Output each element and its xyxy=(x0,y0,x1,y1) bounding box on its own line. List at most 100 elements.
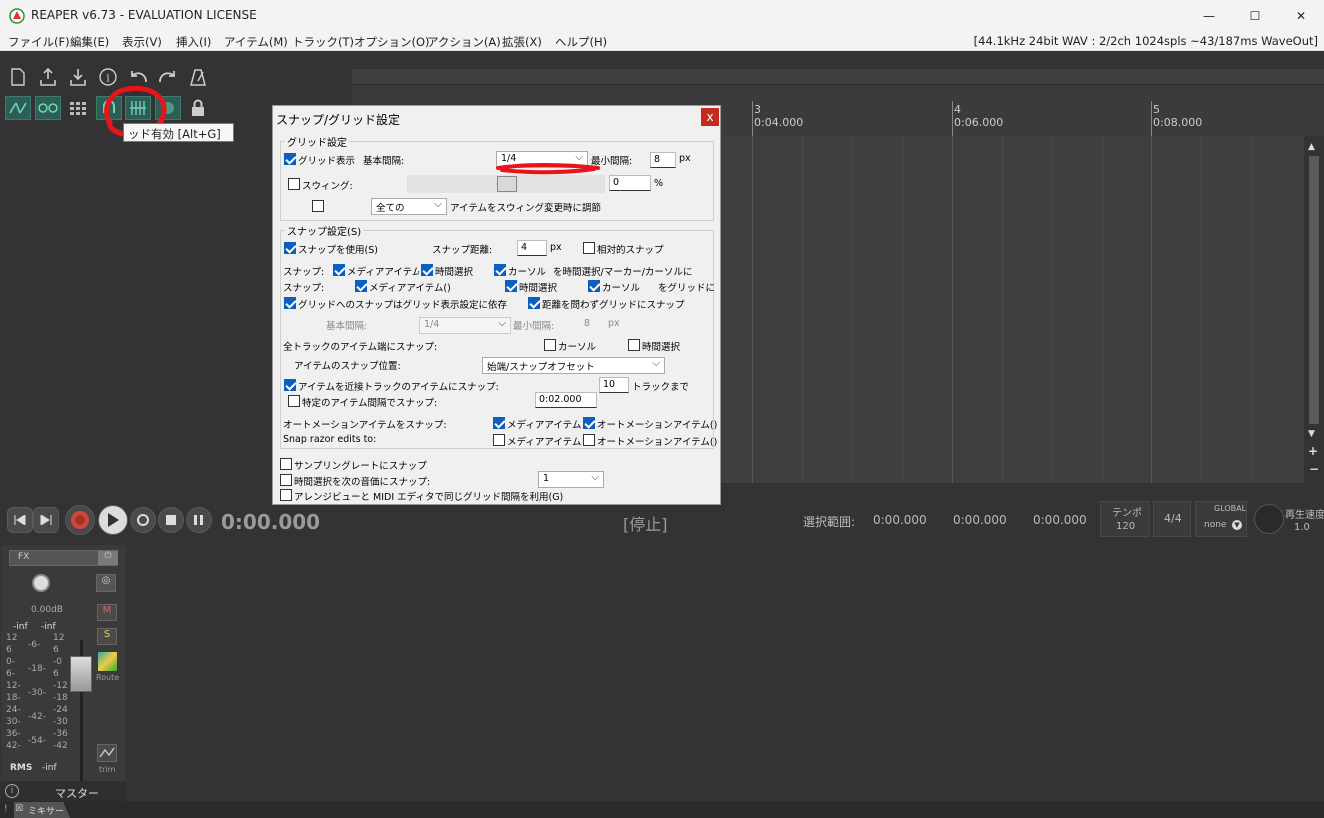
same-grid-checkbox[interactable] xyxy=(280,489,292,501)
master-volume[interactable]: 0.00dB xyxy=(31,605,63,615)
scrollbar-thumb[interactable] xyxy=(1309,156,1319,424)
menu-options[interactable]: オプション(O) xyxy=(354,34,430,50)
solo-button[interactable]: S xyxy=(97,628,117,645)
menu-insert[interactable]: 挿入(I) xyxy=(176,34,211,50)
swing-value-input[interactable]: 0 xyxy=(609,175,651,191)
zoom-out-icon[interactable]: − xyxy=(1309,462,1319,476)
stop-button[interactable] xyxy=(158,507,184,533)
adjacent-tracks-input[interactable]: 10 xyxy=(599,377,629,393)
menu-track[interactable]: トラック(T) xyxy=(292,34,354,50)
zoom-in-icon[interactable]: + xyxy=(1308,444,1318,458)
swing-slider-thumb[interactable] xyxy=(497,176,517,192)
info-icon[interactable]: i xyxy=(5,784,19,798)
min-interval2-value[interactable]: 8 xyxy=(584,318,590,329)
go-to-start-button[interactable] xyxy=(7,507,33,533)
snap-adjacent-checkbox[interactable] xyxy=(284,379,296,391)
automation-label: オートメーションアイテムをスナップ: xyxy=(283,420,447,431)
global-automation-box[interactable]: GLOBAL none ▼ xyxy=(1195,501,1247,537)
scroll-down-icon[interactable]: ▼ xyxy=(1308,429,1315,439)
swing-checkbox[interactable] xyxy=(288,178,300,190)
menu-view[interactable]: 表示(V) xyxy=(122,34,162,50)
auto-auto-checkbox[interactable] xyxy=(583,417,595,429)
play-button[interactable] xyxy=(98,505,128,535)
pause-button[interactable] xyxy=(186,507,212,533)
grouping-icon[interactable] xyxy=(35,96,61,120)
pan-knob[interactable] xyxy=(32,574,50,592)
mute-button[interactable]: M xyxy=(97,604,117,621)
grid-show-checkbox[interactable] xyxy=(284,153,296,165)
minimize-button[interactable]: — xyxy=(1186,0,1232,31)
save-project-icon[interactable] xyxy=(66,65,90,89)
grid-snap-depends-checkbox[interactable] xyxy=(284,297,296,309)
next-transient-checkbox[interactable] xyxy=(280,474,292,486)
min-interval-input[interactable]: 8 xyxy=(650,152,676,168)
volume-fader[interactable] xyxy=(70,656,92,692)
snap-interval-checkbox[interactable] xyxy=(288,395,300,407)
loop-button[interactable] xyxy=(130,507,156,533)
swing-adjust-checkbox[interactable] xyxy=(312,200,324,212)
go-to-end-button[interactable] xyxy=(33,507,59,533)
relative-snap-checkbox[interactable] xyxy=(583,242,595,254)
route-icon[interactable] xyxy=(98,652,117,671)
use-snap-checkbox[interactable] xyxy=(284,242,296,254)
snap2-cursor-checkbox[interactable] xyxy=(588,280,600,292)
menu-file[interactable]: ファイル(F) xyxy=(8,34,70,50)
phase-icon[interactable]: ◎ xyxy=(96,574,116,592)
sample-rate-checkbox[interactable] xyxy=(280,458,292,470)
snap1-media-checkbox[interactable] xyxy=(333,264,345,276)
vertical-scrollbar[interactable]: ▲ ▼ + − xyxy=(1304,136,1324,483)
tab-mixer[interactable]: ☒ ミキサー xyxy=(14,802,70,818)
meter-scale-label: -36 xyxy=(53,729,68,739)
maximize-button[interactable]: ☐ xyxy=(1232,0,1278,31)
close-button[interactable]: ✕ xyxy=(1278,0,1324,31)
envelope-icon[interactable] xyxy=(97,744,117,762)
razor-auto-checkbox[interactable] xyxy=(583,434,595,446)
base-interval2-select[interactable]: 1/4 xyxy=(419,317,511,334)
selection-length[interactable]: 0:00.000 xyxy=(1033,513,1087,527)
snap2-timesel-checkbox[interactable] xyxy=(505,280,517,292)
record-button[interactable] xyxy=(65,505,95,535)
master-track[interactable]: FX ⏻ ◎ 0.00dB -inf -inf M S Route trim R… xyxy=(1,545,126,801)
ripple-edit-icon[interactable] xyxy=(5,96,31,120)
snap1-timesel-checkbox[interactable] xyxy=(421,264,433,276)
menu-edit[interactable]: 編集(E) xyxy=(70,34,109,50)
menu-extensions[interactable]: 拡張(X) xyxy=(502,34,542,50)
selection-start[interactable]: 0:00.000 xyxy=(873,513,927,527)
swing-scope-select[interactable]: 全ての xyxy=(371,198,447,215)
lock-icon[interactable] xyxy=(186,96,210,120)
snap1-cursor-checkbox[interactable] xyxy=(494,264,506,276)
razor-media-checkbox[interactable] xyxy=(493,434,505,446)
fx-label: FX xyxy=(18,552,30,562)
next-transient-select[interactable]: 1 xyxy=(538,471,604,488)
snap-distance-input[interactable]: 4 xyxy=(517,240,547,256)
timesig-box[interactable]: 4/4 xyxy=(1153,501,1191,537)
docker-menu-icon[interactable]: ! xyxy=(4,804,8,814)
dialog-close-button[interactable]: x xyxy=(701,108,719,126)
item-grouping-icon[interactable] xyxy=(66,96,90,120)
fx-power-icon[interactable]: ⏻ xyxy=(98,551,118,565)
new-project-icon[interactable] xyxy=(6,65,30,89)
snap2-media-checkbox[interactable] xyxy=(355,280,367,292)
close-icon[interactable]: ☒ xyxy=(15,804,23,814)
metronome-icon[interactable] xyxy=(186,65,210,89)
selection-end[interactable]: 0:00.000 xyxy=(953,513,1007,527)
snap-interval-input[interactable]: 0:02.000 xyxy=(535,392,597,408)
edge-cursor-checkbox[interactable] xyxy=(544,339,556,351)
time-display[interactable]: 0:00.000 xyxy=(221,510,320,534)
edge-timesel-checkbox[interactable] xyxy=(628,339,640,351)
playrate-knob[interactable] xyxy=(1254,504,1284,534)
menu-help[interactable]: ヘルプ(H) xyxy=(555,34,607,50)
auto-media-checkbox[interactable] xyxy=(493,417,505,429)
scroll-up-icon[interactable]: ▲ xyxy=(1308,142,1315,152)
audio-device-status[interactable]: [44.1kHz 24bit WAV : 2/2ch 1024spls ~43/… xyxy=(974,34,1318,48)
open-project-icon[interactable] xyxy=(36,65,60,89)
use-snap-label: スナップを使用(S) xyxy=(298,245,378,256)
region-marker-lane[interactable] xyxy=(352,69,1324,85)
menu-actions[interactable]: アクション(A) xyxy=(427,34,501,50)
tempo-box[interactable]: テンポ 120 xyxy=(1100,501,1150,537)
item-snap-pos-select[interactable]: 始端/スナップオフセット xyxy=(482,357,665,374)
fx-button[interactable]: FX ⏻ xyxy=(9,550,118,566)
menu-item[interactable]: アイテム(M) xyxy=(224,34,288,50)
snap-regardless-checkbox[interactable] xyxy=(528,297,540,309)
global-value: none xyxy=(1204,520,1227,530)
